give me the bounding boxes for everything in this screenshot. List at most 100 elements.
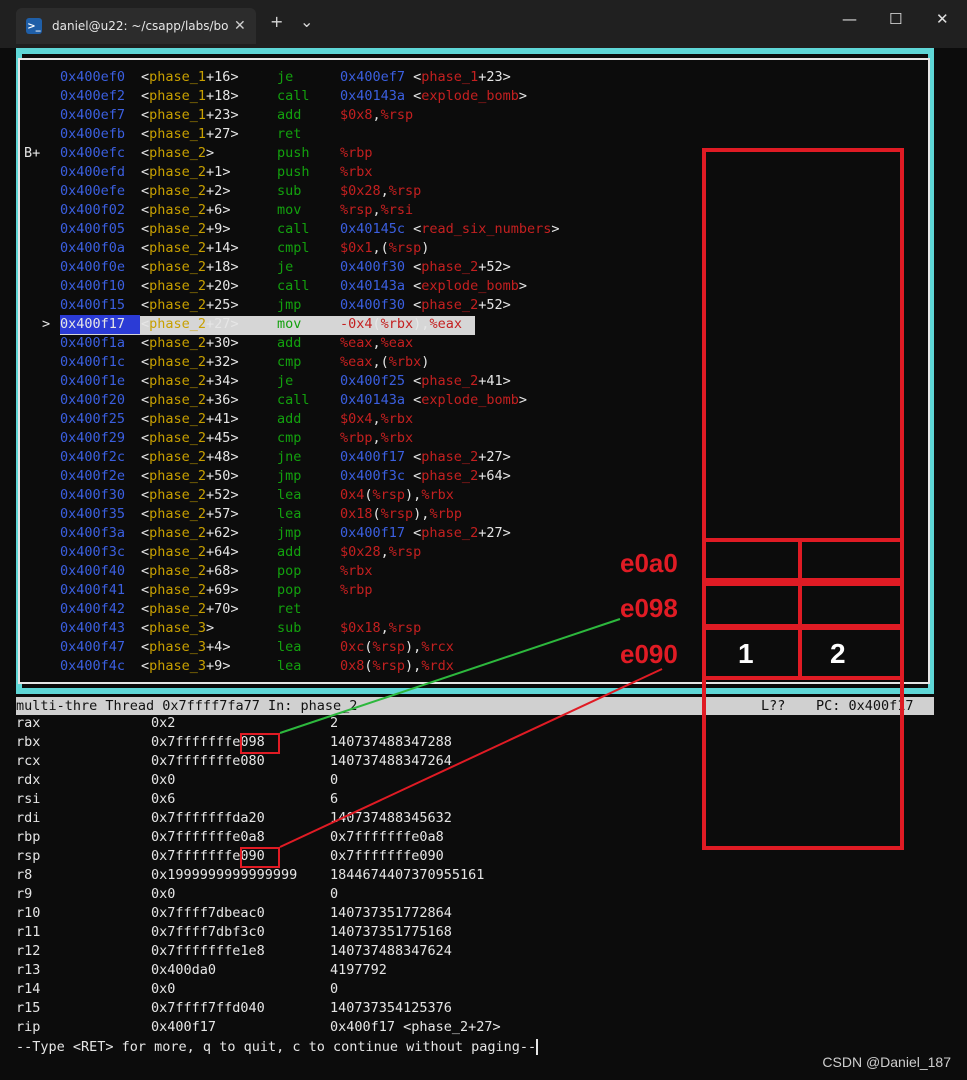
asm-operand-fnr: phase_2 bbox=[421, 373, 479, 389]
asm-symbol-name: phase_2 bbox=[149, 525, 207, 541]
register-name: rdx bbox=[16, 772, 41, 788]
asm-operands: 0x400f30 <phase_2+52> bbox=[340, 258, 511, 277]
asm-address: 0x400f43 bbox=[60, 620, 126, 636]
asm-address: 0x400f2c bbox=[60, 449, 126, 465]
asm-mnemonic: cmpl bbox=[277, 240, 310, 256]
asm-operands: 0x400f17 <phase_2+27> bbox=[340, 524, 511, 543]
maximize-button[interactable]: ☐ bbox=[889, 10, 902, 28]
asm-operands: %rbp,%rbx bbox=[340, 429, 413, 448]
register-value: 140737488345632 bbox=[330, 810, 452, 826]
asm-operand-txt: ( bbox=[364, 639, 373, 655]
register-value: 140737488347288 bbox=[330, 734, 452, 750]
register-name: r8 bbox=[16, 867, 33, 883]
asm-operand-imm: $0x18 bbox=[340, 620, 381, 636]
asm-symbol-offset: +36 bbox=[206, 392, 231, 408]
asm-operand-txt: ,( bbox=[372, 354, 389, 370]
register-name: rdi bbox=[16, 810, 41, 826]
asm-symbol: <phase_2+18> bbox=[141, 259, 239, 275]
asm-symbol-name: phase_2 bbox=[149, 164, 207, 180]
asm-symbol: <phase_2+62> bbox=[141, 525, 239, 541]
asm-mnemonic: push bbox=[277, 164, 310, 180]
asm-operand-txt: < bbox=[405, 392, 422, 408]
register-name: rcx bbox=[16, 753, 41, 769]
asm-address: 0x400f15 bbox=[60, 297, 126, 313]
asm-operand-reg: %rdx bbox=[421, 658, 454, 674]
asm-symbol-name: phase_2 bbox=[149, 145, 207, 161]
asm-operand-reg: %rsp bbox=[380, 107, 414, 123]
asm-operands: %eax,%eax bbox=[340, 334, 413, 353]
asm-symbol: <phase_3> bbox=[141, 620, 215, 636]
asm-operand-reg: %rsp bbox=[372, 658, 406, 674]
window-close-button[interactable]: ✕ bbox=[936, 10, 949, 28]
pager-prompt[interactable]: --Type <RET> for more, q to quit, c to c… bbox=[16, 1038, 539, 1057]
asm-mnemonic: mov bbox=[277, 316, 302, 332]
asm-symbol-offset: +50 bbox=[206, 468, 231, 484]
register-name: r9 bbox=[16, 886, 33, 902]
asm-operands: $0x1,(%rsp) bbox=[340, 239, 429, 258]
asm-symbol: <phase_2+6> bbox=[141, 202, 231, 218]
asm-symbol-offset: +68 bbox=[206, 563, 231, 579]
asm-symbol-offset: +70 bbox=[206, 601, 231, 617]
asm-symbol-offset: +27 bbox=[206, 126, 231, 142]
asm-address: 0x400f42 bbox=[60, 601, 126, 617]
asm-address: 0x400f30 bbox=[60, 487, 126, 503]
asm-mnemonic: ret bbox=[277, 126, 302, 142]
register-hex: 0x7fffffffda20 bbox=[151, 810, 265, 826]
asm-address: 0x400efc bbox=[60, 145, 126, 161]
status-thread: multi-thre Thread 0x7ffff7fa77 In: phase… bbox=[16, 698, 358, 714]
asm-mnemonic: je bbox=[277, 373, 294, 389]
terminal-tab[interactable]: >_ daniel@u22: ~/csapp/labs/bo ✕ bbox=[16, 8, 256, 44]
asm-address: 0x400f20 bbox=[60, 392, 126, 408]
asm-symbol-name: phase_3 bbox=[149, 620, 207, 636]
asm-address: 0x400f1c bbox=[60, 354, 126, 370]
asm-address: 0x400efe bbox=[60, 183, 126, 199]
register-hex: 0x1999999999999999 bbox=[151, 867, 298, 883]
asm-symbol: <phase_2+25> bbox=[141, 297, 239, 313]
asm-operands: %rbx bbox=[340, 562, 373, 581]
asm-address: 0x400f05 bbox=[60, 221, 126, 237]
asm-symbol-offset: +9 bbox=[206, 221, 223, 237]
asm-symbol-name: phase_2 bbox=[149, 506, 207, 522]
dropdown-icon[interactable]: ⌄ bbox=[300, 12, 313, 31]
asm-operand-imm: $0x28 bbox=[340, 183, 381, 199]
asm-operands: 0x40143a <explode_bomb> bbox=[340, 277, 527, 296]
asm-mnemonic: lea bbox=[277, 639, 302, 655]
asm-operand-reg: %eax bbox=[380, 335, 414, 351]
register-hex: 0x7ffff7ffd040 bbox=[151, 1000, 265, 1016]
asm-operands: 0x400ef7 <phase_1+23> bbox=[340, 68, 511, 87]
asm-operand-txt: < bbox=[405, 373, 422, 389]
asm-operand-txt: < bbox=[405, 278, 422, 294]
asm-operands: 0x40143a <explode_bomb> bbox=[340, 87, 527, 106]
asm-operand-txt: > bbox=[518, 88, 527, 104]
asm-operand-adr: 0x400f30 bbox=[340, 259, 406, 275]
asm-operand-reg: %rsi bbox=[380, 202, 414, 218]
asm-address: 0x400ef2 bbox=[60, 88, 126, 104]
asm-address: 0x400f25 bbox=[60, 411, 126, 427]
asm-operand-txt: < bbox=[405, 297, 422, 313]
asm-operand-txt: ), bbox=[405, 487, 422, 503]
asm-operand-txt: , bbox=[380, 620, 389, 636]
asm-symbol-name: phase_2 bbox=[149, 544, 207, 560]
asm-operand-imm: $0x28 bbox=[340, 544, 381, 560]
stack-diagram bbox=[702, 148, 904, 850]
register-value: 0 bbox=[330, 886, 339, 902]
register-name: rsi bbox=[16, 791, 41, 807]
asm-symbol-offset: +1 bbox=[206, 164, 223, 180]
asm-symbol-offset: +69 bbox=[206, 582, 231, 598]
asm-address: 0x400f2e bbox=[60, 468, 126, 484]
asm-operand-txt: ) bbox=[421, 354, 430, 370]
asm-operand-txt: < bbox=[405, 221, 422, 237]
asm-operand-txt: +52> bbox=[478, 259, 511, 275]
asm-mnemonic: mov bbox=[277, 202, 302, 218]
asm-symbol-offset: +30 bbox=[206, 335, 231, 351]
asm-operands: %rbp bbox=[340, 144, 373, 163]
asm-symbol-name: phase_2 bbox=[149, 468, 207, 484]
asm-operand-txt: ( bbox=[364, 658, 373, 674]
minimize-button[interactable]: — bbox=[842, 10, 857, 28]
asm-address: 0x400f41 bbox=[60, 582, 126, 598]
tab-close-icon[interactable]: ✕ bbox=[234, 18, 246, 34]
register-hex: 0x0 bbox=[151, 886, 176, 902]
asm-operand-txt: +64> bbox=[478, 468, 511, 484]
new-tab-button[interactable]: + bbox=[270, 12, 283, 31]
asm-symbol: <phase_1+27> bbox=[141, 126, 239, 142]
